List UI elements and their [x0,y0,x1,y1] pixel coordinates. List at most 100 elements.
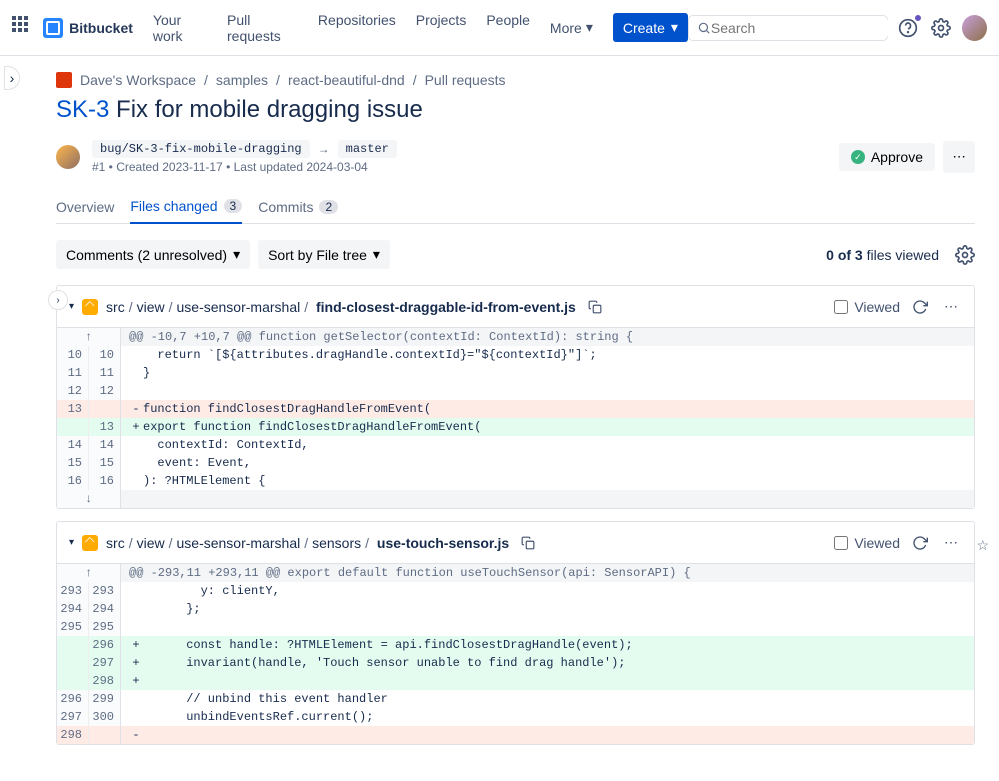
diff-line[interactable]: 1111 } [57,364,974,382]
file-path[interactable]: src/view/use-sensor-marshal/sensors/ use… [106,535,509,551]
create-button[interactable]: Create▾ [613,13,688,42]
line-number-old: 10 [57,346,89,364]
diff-line[interactable]: 298- [57,726,974,744]
brand[interactable]: Bitbucket [43,18,133,38]
line-number-old: 14 [57,436,89,454]
file-name: use-touch-sensor.js [377,535,509,551]
target-branch[interactable]: master [338,140,397,158]
nav-projects[interactable]: Projects [408,6,475,50]
diff-line[interactable]: 297300 unbindEventsRef.current(); [57,708,974,726]
user-avatar[interactable] [962,15,987,41]
viewed-checkbox[interactable]: Viewed [834,299,900,315]
diff-line[interactable]: 296+ const handle: ?HTMLElement = api.fi… [57,636,974,654]
diff-line[interactable]: 1414 contextId: ContextId, [57,436,974,454]
file-more-icon[interactable]: ⋯ [940,530,962,555]
breadcrumb-section[interactable]: Pull requests [425,72,506,88]
sidebar-expand-handle[interactable]: › [4,66,20,90]
nav-pull-requests[interactable]: Pull requests [219,6,306,50]
diff-line[interactable]: 1515 event: Event, [57,454,974,472]
notification-dot-icon [914,14,922,22]
diff-line[interactable]: 13+export function findClosestDragHandle… [57,418,974,436]
pr-title: SK-3 Fix for mobile dragging issue [56,96,975,140]
source-branch[interactable]: bug/SK-3-fix-mobile-dragging [92,140,310,158]
code-content: + invariant(handle, 'Touch sensor unable… [121,654,974,672]
line-number-new: 299 [89,690,121,708]
code-content: contextId: ContextId, [121,436,974,454]
tab-files-changed[interactable]: Files changed3 [130,190,242,224]
breadcrumb-repo[interactable]: react-beautiful-dnd [288,72,405,88]
line-number-new: 11 [89,364,121,382]
nav-people[interactable]: People [478,6,538,50]
pr-title-text: Fix for mobile dragging issue [116,96,423,123]
chevron-down-icon: ▾ [586,19,593,36]
search-input[interactable] [711,20,892,36]
line-number-old [57,636,89,654]
tab-overview[interactable]: Overview [56,190,114,223]
diff-line[interactable]: 1010 return `[${attributes.dragHandle.co… [57,346,974,364]
file-more-icon[interactable]: ⋯ [940,294,962,319]
nav-repositories[interactable]: Repositories [310,6,404,50]
chevron-down-icon: ▾ [373,246,380,263]
diff-line[interactable]: 294294 }; [57,600,974,618]
refresh-icon[interactable] [908,531,932,555]
tab-commits[interactable]: Commits2 [258,190,338,223]
line-number-old: 293 [57,582,89,600]
pr-ticket-link[interactable]: SK-3 [56,96,109,123]
line-number-new: 14 [89,436,121,454]
commits-count-badge: 2 [319,200,338,214]
search-icon [697,21,711,35]
line-number-old [57,418,89,436]
line-number-old: 12 [57,382,89,400]
diff-line[interactable]: 296299 // unbind this event handler [57,690,974,708]
file-tree-expand-handle[interactable]: › [48,290,68,310]
search-box[interactable] [688,15,888,41]
feedback-star-icon[interactable]: ☆ [976,537,989,554]
diff-line[interactable]: 1616 ): ?HTMLElement { [57,472,974,490]
expand-up-icon[interactable]: ↑ [57,328,121,346]
expand-up-icon[interactable]: ↑ [57,564,121,582]
collapse-toggle-icon[interactable]: ▾ [69,537,74,548]
copy-path-icon[interactable] [517,532,539,554]
check-icon: ✓ [851,150,865,164]
line-number-new: 16 [89,472,121,490]
sort-button[interactable]: Sort by File tree▾ [258,240,390,269]
diff-settings-icon[interactable] [955,245,975,265]
refresh-icon[interactable] [908,295,932,319]
diff-line[interactable]: 298+ [57,672,974,690]
modified-badge-icon [82,535,98,551]
breadcrumb-workspace[interactable]: Dave's Workspace [80,72,196,88]
copy-path-icon[interactable] [584,296,606,318]
breadcrumb-project[interactable]: samples [216,72,268,88]
file-name: find-closest-draggable-id-from-event.js [316,299,576,315]
nav-your-work[interactable]: Your work [145,6,215,50]
line-number-old: 294 [57,600,89,618]
diff-line[interactable]: 293293 y: clientY, [57,582,974,600]
more-actions-button[interactable]: ⋯ [943,141,975,173]
expand-down-icon[interactable]: ↓ [57,490,121,508]
approve-button[interactable]: ✓ Approve [839,143,935,171]
collapse-toggle-icon[interactable]: ▾ [69,301,74,312]
viewed-checkbox[interactable]: Viewed [834,535,900,551]
diff-line[interactable]: 13-function findClosestDragHandleFromEve… [57,400,974,418]
comments-filter-button[interactable]: Comments (2 unresolved)▾ [56,240,250,269]
code-content [121,618,974,636]
files-count-badge: 3 [224,199,243,213]
app-switcher-icon[interactable] [12,16,35,40]
author-avatar[interactable] [56,145,80,169]
code-content: // unbind this event handler [121,690,974,708]
line-number-old: 296 [57,690,89,708]
chevron-down-icon: ▾ [233,246,240,263]
nav-more[interactable]: More▾ [542,6,601,50]
file-path[interactable]: src/view/use-sensor-marshal/ find-closes… [106,299,576,315]
diff-line[interactable]: 1212 [57,382,974,400]
help-icon[interactable] [896,15,921,41]
hunk-header: @@ -10,7 +10,7 @@ function getSelector(c… [121,328,974,346]
diff-line[interactable]: 295295 [57,618,974,636]
line-number-old [57,672,89,690]
line-number-new: 300 [89,708,121,726]
line-number-old: 297 [57,708,89,726]
line-number-new: 293 [89,582,121,600]
settings-icon[interactable] [929,15,954,41]
line-number-new: 10 [89,346,121,364]
diff-line[interactable]: 297+ invariant(handle, 'Touch sensor una… [57,654,974,672]
